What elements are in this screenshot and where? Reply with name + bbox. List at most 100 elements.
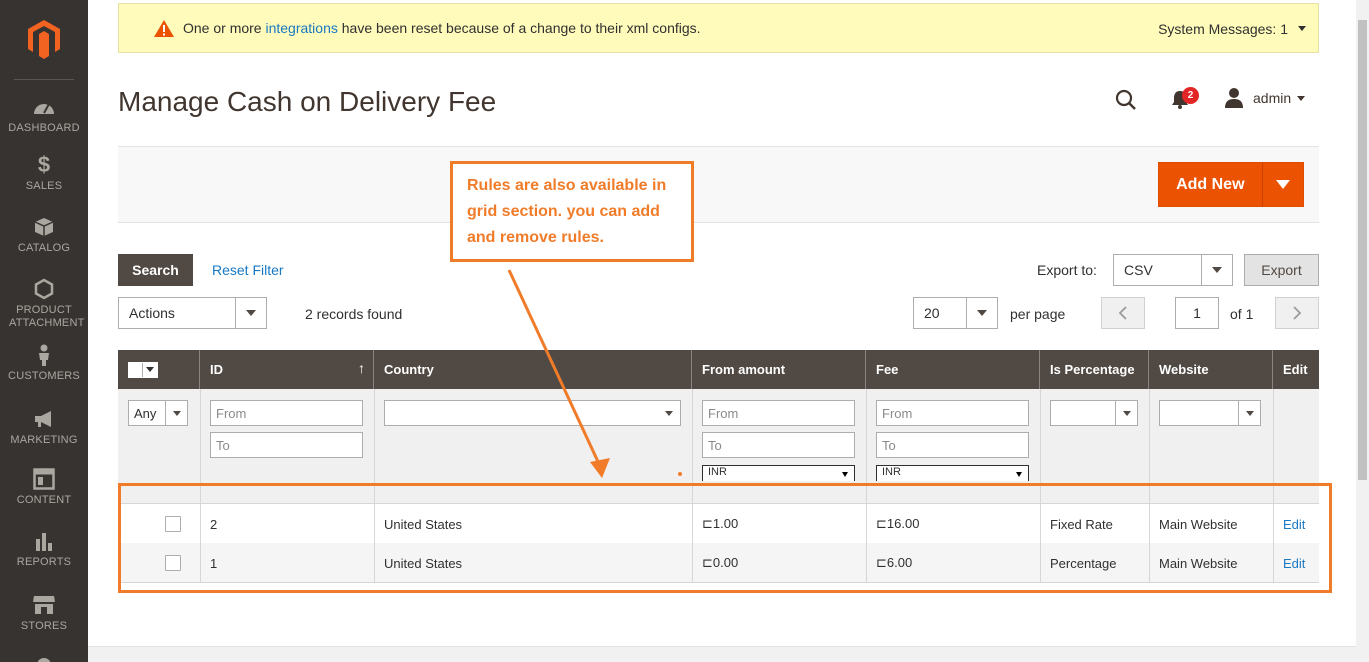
mass-select-checkbox[interactable] <box>128 361 158 378</box>
cell-from-amount: ⊏1.00 <box>702 516 739 531</box>
mass-actions-value: Actions <box>129 305 175 321</box>
reset-filter-link[interactable]: Reset Filter <box>212 262 284 278</box>
mass-actions-select[interactable]: Actions <box>118 297 267 329</box>
nav-item-customers[interactable]: Customers <box>0 344 88 383</box>
admin-user-menu[interactable]: admin <box>1253 90 1291 106</box>
export-format-select[interactable]: CSV <box>1113 254 1233 286</box>
nav-item-product-attachment[interactable]: Product Attachment <box>0 278 88 330</box>
warning-icon <box>154 19 174 37</box>
cell-id: 1 <box>210 555 218 571</box>
nav-label: Marketing <box>10 434 78 446</box>
cell-fee: ⊏16.00 <box>876 516 920 531</box>
column-header-edit: Edit <box>1283 362 1308 377</box>
chevron-down-icon[interactable] <box>1297 96 1305 101</box>
mass-select-header[interactable] <box>118 350 200 389</box>
chevron-left-icon <box>1118 306 1127 320</box>
triangle-down-icon <box>1016 472 1022 477</box>
nav-item-catalog[interactable]: Catalog <box>0 216 88 255</box>
filter-is-percentage-select[interactable] <box>1050 400 1138 426</box>
nav-item-stores[interactable]: Stores <box>0 594 88 633</box>
column-header-website[interactable]: Website <box>1149 350 1273 389</box>
person-icon <box>39 344 49 366</box>
cell-fee: ⊏6.00 <box>876 555 913 570</box>
total-pages: of 1 <box>1230 306 1254 322</box>
nav-item-content[interactable]: Content <box>0 468 88 507</box>
filter-id-from[interactable]: From <box>210 400 363 426</box>
filter-website-select[interactable] <box>1159 400 1261 426</box>
grid-header: ID ↑ Country From amount Fee Is Percenta… <box>118 350 1319 389</box>
edit-link[interactable]: Edit <box>1283 504 1305 544</box>
per-page-label: per page <box>1010 306 1066 322</box>
cell-website: Main Website <box>1159 555 1238 571</box>
nav-item-reports[interactable]: Reports <box>0 530 88 569</box>
search-button[interactable]: Search <box>118 254 193 286</box>
dashboard-icon <box>34 103 54 114</box>
column-header-country[interactable]: Country <box>374 350 692 389</box>
add-new-button[interactable]: Add New <box>1158 162 1304 207</box>
user-icon[interactable] <box>1224 87 1244 109</box>
table-row[interactable]: 2 United States ⊏1.00 ⊏16.00 Fixed Rate … <box>118 503 1319 544</box>
filter-country-select[interactable] <box>384 400 681 426</box>
filter-from-amount-currency[interactable]: INR <box>702 465 855 481</box>
column-header-fee[interactable]: Fee <box>866 350 1040 389</box>
nav-item-sales[interactable]: $ Sales <box>0 152 88 193</box>
column-header-is-percentage[interactable]: Is Percentage <box>1040 350 1149 389</box>
sort-arrow-icon: ↑ <box>358 360 365 376</box>
row-checkbox[interactable] <box>165 555 181 571</box>
cube-icon <box>34 218 54 236</box>
edit-link[interactable]: Edit <box>1283 543 1305 583</box>
chevron-down-icon[interactable] <box>1298 26 1306 31</box>
bar-chart-icon <box>36 533 52 551</box>
system-message-text: One or more integrations have been reset… <box>183 20 701 36</box>
nav-item-marketing[interactable]: Marketing <box>0 408 88 447</box>
gear-icon <box>37 658 51 662</box>
triangle-down-icon <box>1275 180 1290 189</box>
export-button[interactable]: Export <box>1244 254 1319 286</box>
magento-logo[interactable] <box>0 0 88 78</box>
nav-item-dashboard[interactable]: Dashboard <box>0 96 88 135</box>
filter-fee-currency[interactable]: INR <box>876 465 1029 481</box>
filter-from-amount-to[interactable]: To <box>702 432 855 458</box>
layout-icon <box>33 468 55 490</box>
chevron-down-icon <box>1238 401 1260 425</box>
nav-item-more[interactable] <box>0 654 88 662</box>
filter-id-to[interactable]: To <box>210 432 363 458</box>
integrations-link[interactable]: integrations <box>265 20 337 36</box>
column-header-id[interactable]: ID ↑ <box>200 350 374 389</box>
chevron-down-icon <box>1201 255 1232 285</box>
filter-mass-select[interactable]: Any <box>128 400 188 426</box>
page-number-input[interactable]: 1 <box>1175 297 1219 329</box>
cell-country: United States <box>384 555 463 571</box>
nav-label: Product Attachment <box>9 304 85 329</box>
chevron-down-icon <box>235 298 266 328</box>
cell-from-amount: ⊏0.00 <box>702 555 739 570</box>
column-header-from-amount[interactable]: From amount <box>692 350 866 389</box>
notification-badge[interactable]: 2 <box>1182 87 1199 104</box>
search-icon[interactable] <box>1114 88 1138 112</box>
next-page-button[interactable] <box>1275 297 1319 329</box>
table-row[interactable]: 1 United States ⊏0.00 ⊏6.00 Percentage M… <box>118 543 1319 583</box>
cell-country: United States <box>384 516 463 532</box>
filter-fee-from[interactable]: From <box>876 400 1029 426</box>
cell-id: 2 <box>210 516 218 532</box>
scrollbar[interactable] <box>1356 0 1369 662</box>
cell-is-percentage: Fixed Rate <box>1050 516 1113 532</box>
main-content: One or more integrations have been reset… <box>88 0 1369 662</box>
page-footer <box>88 646 1369 662</box>
system-message-bar: One or more integrations have been reset… <box>118 3 1319 53</box>
cell-website: Main Website <box>1159 516 1238 532</box>
system-messages-count[interactable]: System Messages: 1 <box>1158 21 1288 37</box>
scrollbar-thumb[interactable] <box>1358 20 1367 480</box>
triangle-down-icon <box>842 472 848 477</box>
records-found: 2 records found <box>305 306 403 322</box>
nav-label: Sales <box>25 180 63 192</box>
add-new-label: Add New <box>1176 175 1245 193</box>
add-new-dropdown-toggle[interactable] <box>1263 180 1303 189</box>
page-actions-bar <box>118 146 1319 223</box>
export-to-label: Export to: <box>1037 262 1097 278</box>
filter-fee-to[interactable]: To <box>876 432 1029 458</box>
filter-from-amount-from[interactable]: From <box>702 400 855 426</box>
per-page-select[interactable]: 20 <box>913 297 998 329</box>
previous-page-button[interactable] <box>1101 297 1145 329</box>
row-checkbox[interactable] <box>165 516 181 532</box>
